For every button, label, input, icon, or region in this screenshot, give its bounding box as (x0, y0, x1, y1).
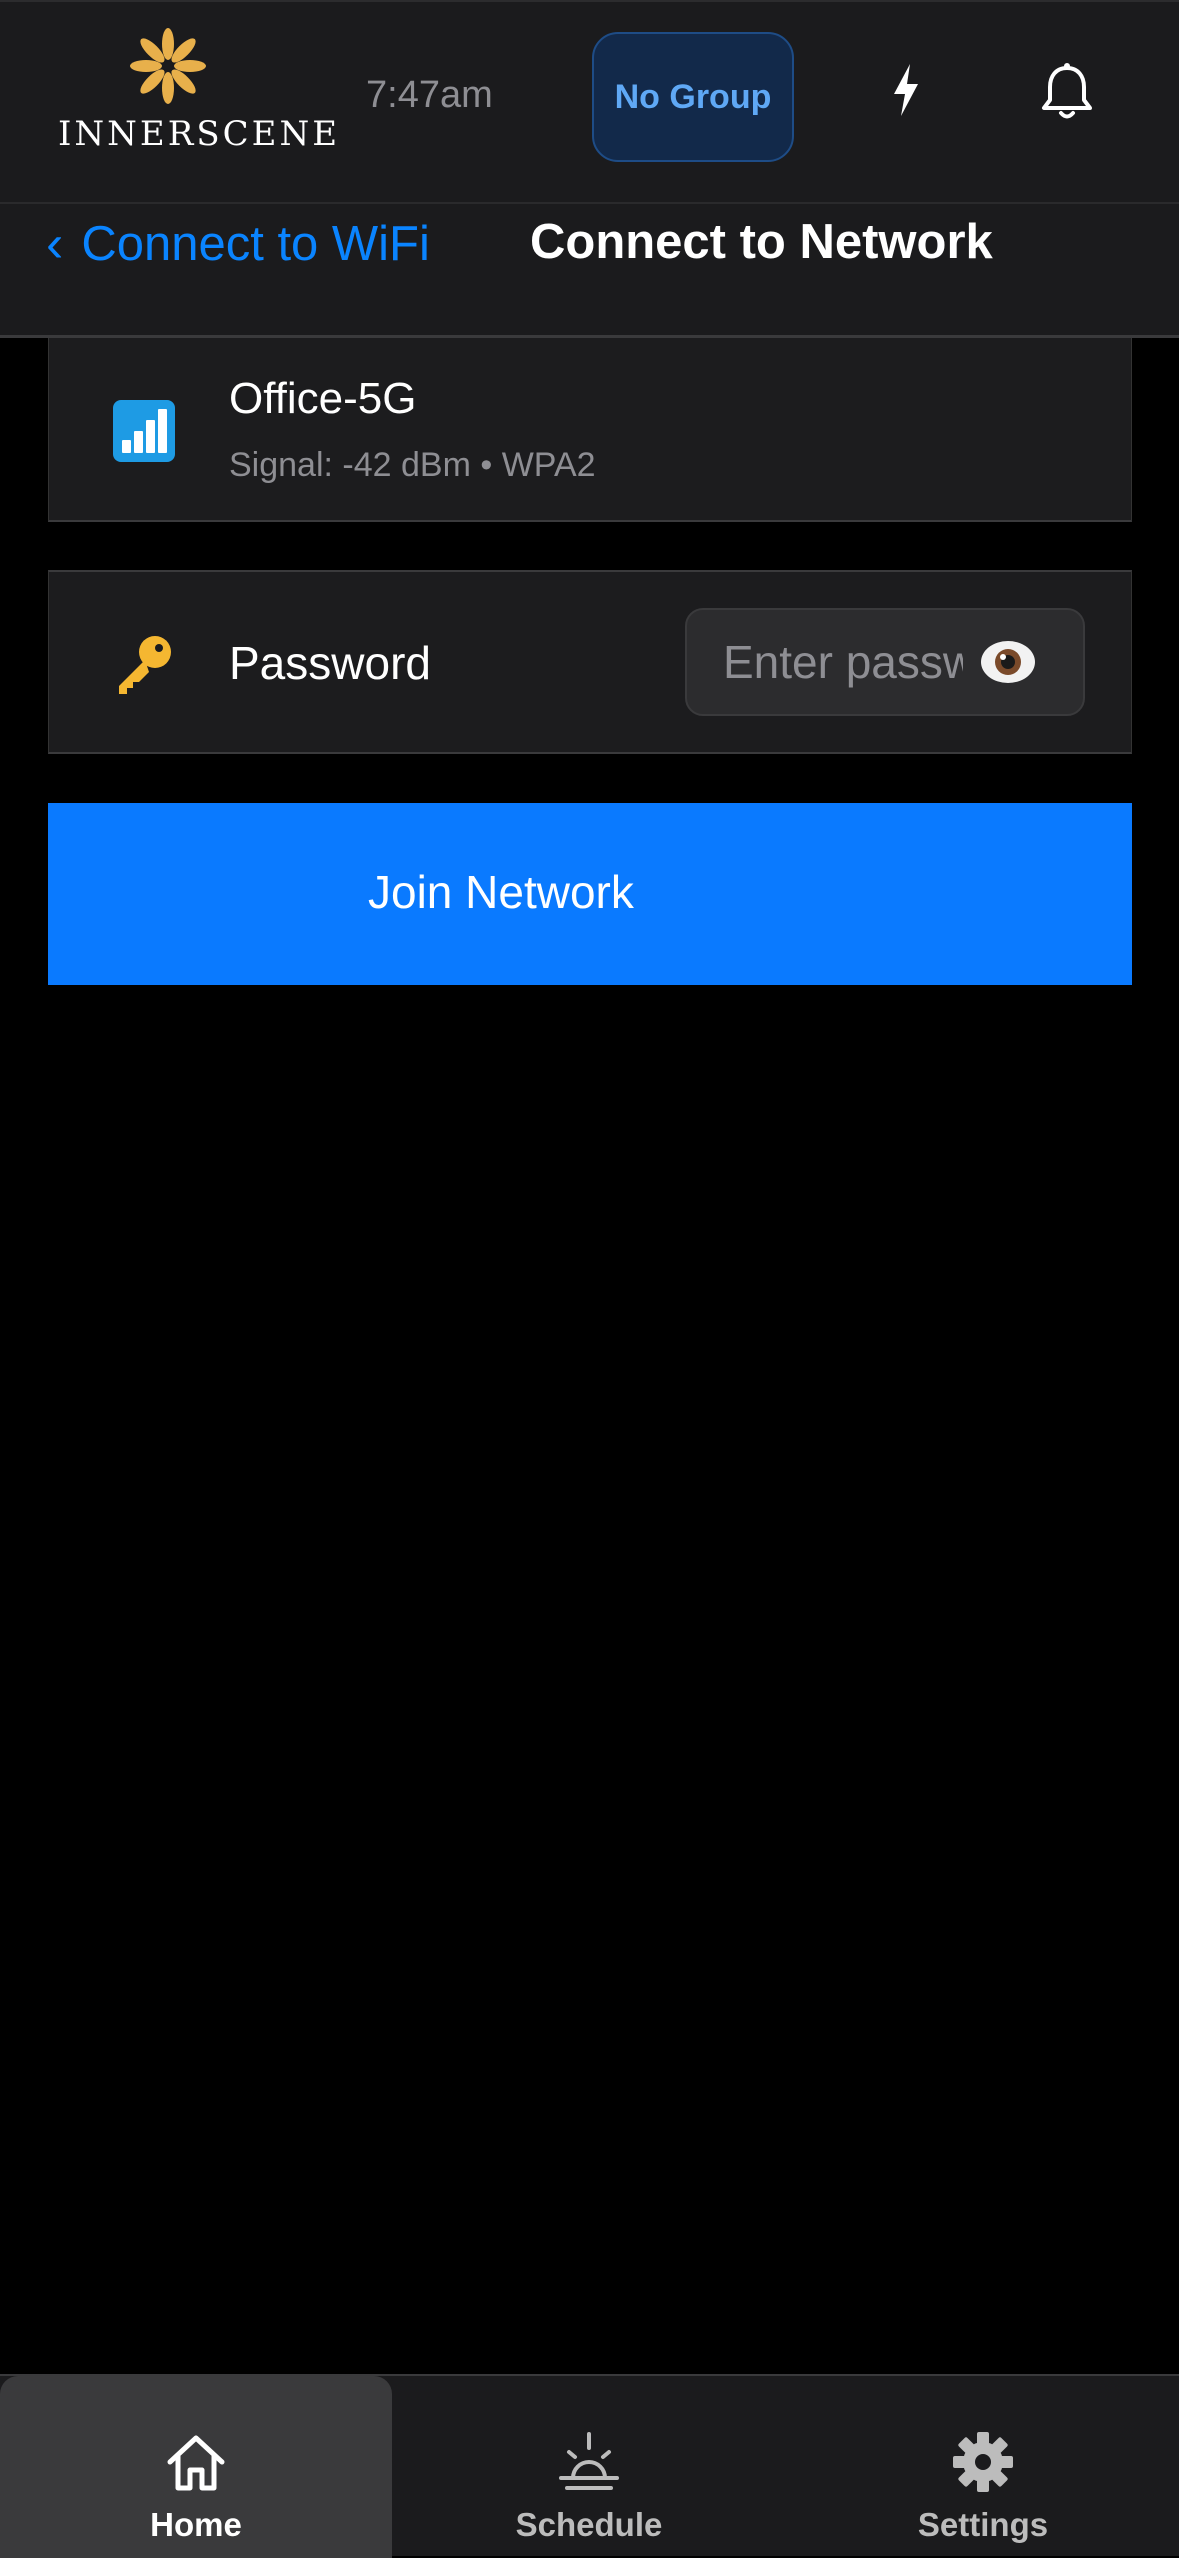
back-button-label: Connect to WiFi (81, 217, 430, 271)
logo-wordmark: INNERSCENE (58, 114, 341, 154)
tab-settings[interactable]: Settings (787, 2376, 1179, 2558)
join-network-button[interactable]: Join Network (48, 803, 1132, 985)
lightning-icon[interactable] (892, 64, 920, 116)
password-label: Password (229, 637, 431, 689)
chevron-left-icon: ‹ (46, 215, 64, 273)
bell-icon[interactable] (1038, 62, 1096, 122)
clock-time: 7:47am (366, 74, 493, 116)
password-input[interactable] (723, 610, 963, 714)
wifi-signal-icon (113, 400, 175, 462)
password-field (685, 608, 1085, 716)
navigation-bar: ‹ Connect to WiFi Connect to Network (0, 204, 1179, 338)
bottom-tab-bar: Home Schedule Settings (0, 2374, 1179, 2558)
tab-home[interactable]: Home (0, 2376, 392, 2558)
tab-settings-label: Settings (917, 2506, 1049, 2543)
app-header: INNERSCENE 7:47am No Group (0, 0, 1179, 204)
sunrise-icon (559, 2432, 619, 2490)
back-button[interactable]: ‹ Connect to WiFi (46, 214, 430, 274)
network-details: Signal: -42 dBm • WPA2 (229, 446, 596, 484)
gear-icon (953, 2432, 1013, 2492)
logo-flower-icon (130, 28, 206, 104)
key-icon (119, 636, 171, 694)
page-title: Connect to Network (530, 215, 993, 269)
tab-schedule[interactable]: Schedule (393, 2376, 785, 2558)
tab-home-label: Home (150, 2506, 242, 2543)
network-name: Office-5G (229, 374, 417, 423)
network-info-card: Office-5G Signal: -42 dBm • WPA2 (48, 338, 1132, 522)
eye-icon[interactable] (979, 634, 1037, 690)
tab-schedule-label: Schedule (515, 2506, 663, 2543)
group-selector-button[interactable]: No Group (592, 32, 794, 162)
home-icon (167, 2435, 225, 2491)
password-card: Password (48, 570, 1132, 754)
join-network-label: Join Network (368, 866, 634, 918)
